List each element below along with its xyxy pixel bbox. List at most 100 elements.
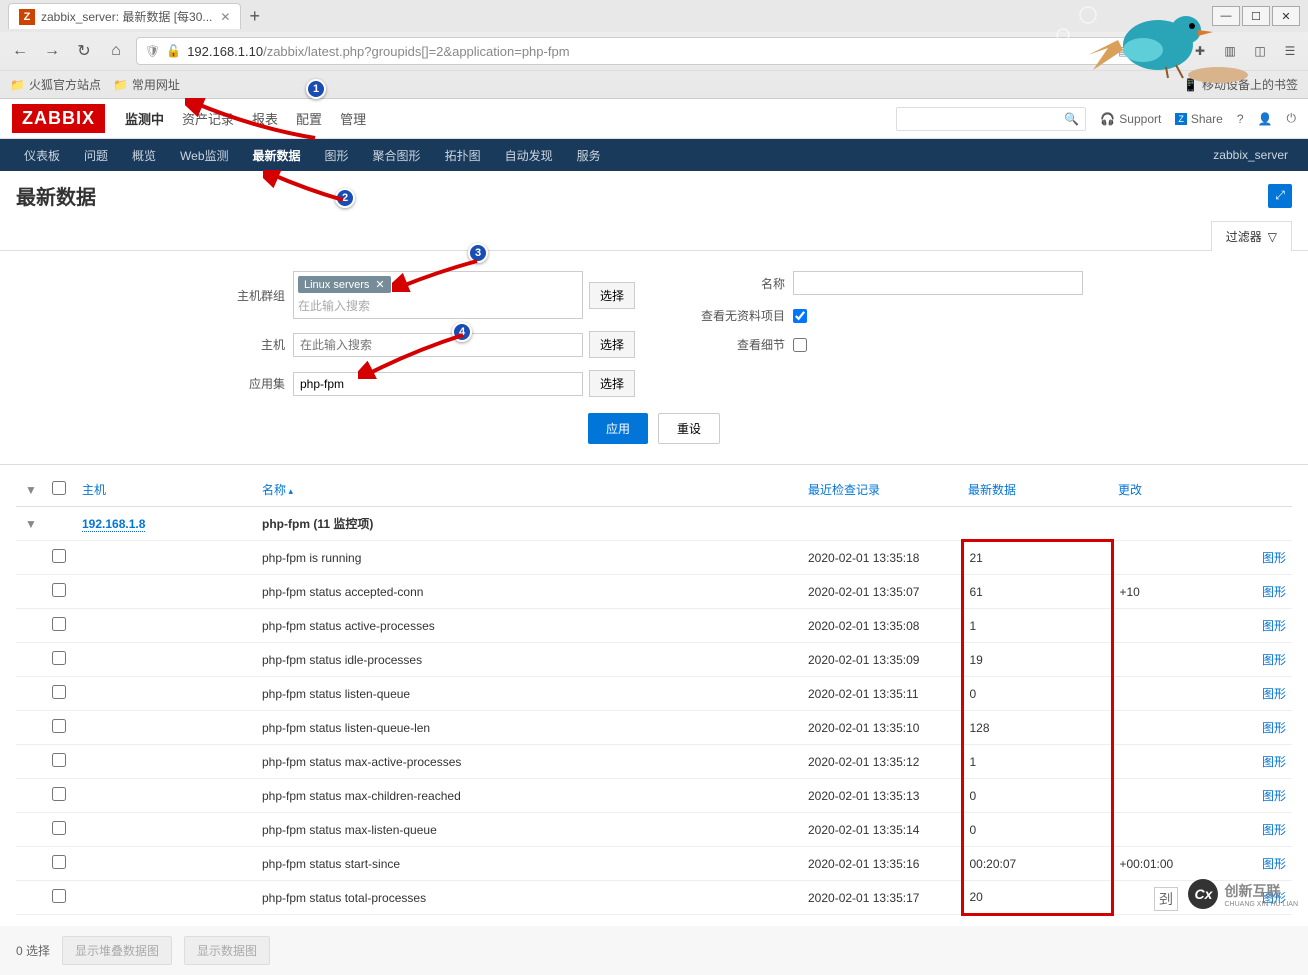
- subnav-problems[interactable]: 问题: [72, 139, 120, 171]
- share-link[interactable]: Z Share: [1175, 112, 1223, 126]
- extensions-icon[interactable]: ✚: [1190, 41, 1210, 61]
- fullscreen-button[interactable]: ⤢: [1268, 184, 1292, 208]
- reader-icon[interactable]: ▤: [1118, 44, 1129, 58]
- application-input[interactable]: [293, 372, 583, 396]
- row-checkbox[interactable]: [52, 719, 66, 733]
- new-tab-button[interactable]: +: [249, 6, 260, 27]
- subnav-services[interactable]: 服务: [565, 139, 613, 171]
- subnav-web[interactable]: Web监测: [168, 139, 240, 171]
- row-checkbox[interactable]: [52, 583, 66, 597]
- star-icon[interactable]: ☆: [1162, 44, 1173, 58]
- user-icon[interactable]: 👤: [1258, 112, 1273, 126]
- graph-link[interactable]: 图形: [1262, 687, 1286, 701]
- home-button[interactable]: ⌂: [104, 39, 128, 63]
- main-menu: 监测中 资产记录 报表 配置 管理: [125, 109, 366, 128]
- more-icon[interactable]: •••: [1140, 44, 1153, 58]
- menu-icon[interactable]: ☰: [1280, 41, 1300, 61]
- sidebar-icon[interactable]: ◫: [1250, 41, 1270, 61]
- filter-tab[interactable]: 过滤器 ▽: [1211, 221, 1292, 251]
- row-checkbox[interactable]: [52, 651, 66, 665]
- stacked-graph-button[interactable]: 显示堆叠数据图: [62, 936, 172, 965]
- graph-button[interactable]: 显示数据图: [184, 936, 270, 965]
- row-checkbox[interactable]: [52, 685, 66, 699]
- subnav-dashboard[interactable]: 仪表板: [12, 139, 72, 171]
- graph-link[interactable]: 图形: [1262, 619, 1286, 633]
- graph-link[interactable]: 图形: [1262, 755, 1286, 769]
- close-window-button[interactable]: ✕: [1272, 6, 1300, 26]
- subnav-discovery[interactable]: 自动发现: [493, 139, 565, 171]
- selected-count: 0 选择: [16, 942, 50, 959]
- select-application-button[interactable]: 选择: [589, 370, 635, 397]
- browser-tab[interactable]: Z zabbix_server: 最新数据 [每30... ✕: [8, 3, 241, 29]
- menu-monitoring[interactable]: 监测中: [125, 109, 164, 128]
- subnav-overview[interactable]: 概览: [120, 139, 168, 171]
- host-group-tag[interactable]: Linux servers✕: [298, 276, 391, 293]
- change-header[interactable]: 更改: [1112, 473, 1232, 507]
- subnav-latest[interactable]: 最新数据: [241, 139, 313, 171]
- help-icon[interactable]: ?: [1237, 112, 1244, 126]
- url-bar[interactable]: 🛡 🔓 192.168.1.10/zabbix/latest.php?group…: [136, 37, 1182, 65]
- maximize-button[interactable]: ☐: [1242, 6, 1270, 26]
- support-link[interactable]: 🎧 Support: [1100, 112, 1161, 126]
- hosts-input[interactable]: [293, 333, 583, 357]
- bookmark-mobile[interactable]: 📱移动设备上的书签: [1183, 76, 1298, 93]
- item-name: php-fpm status listen-queue: [256, 677, 802, 711]
- item-time: 2020-02-01 13:35:08: [802, 609, 962, 643]
- bookmark-common[interactable]: 📁常用网址: [113, 76, 180, 93]
- item-name: php-fpm status active-processes: [256, 609, 802, 643]
- collapse-icon[interactable]: ▼: [16, 507, 46, 541]
- global-search[interactable]: 🔍: [896, 107, 1086, 131]
- row-checkbox[interactable]: [52, 855, 66, 869]
- reload-button[interactable]: ↻: [72, 39, 96, 63]
- row-checkbox[interactable]: [52, 549, 66, 563]
- row-checkbox[interactable]: [52, 787, 66, 801]
- remove-tag-icon[interactable]: ✕: [375, 278, 384, 291]
- row-checkbox[interactable]: [52, 821, 66, 835]
- show-details-checkbox[interactable]: [793, 338, 807, 352]
- subnav-maps[interactable]: 拓扑图: [433, 139, 493, 171]
- select-all-checkbox[interactable]: [52, 481, 66, 495]
- minimize-button[interactable]: —: [1212, 6, 1240, 26]
- graph-link[interactable]: 图形: [1262, 551, 1286, 565]
- library-icon[interactable]: ▥: [1220, 41, 1240, 61]
- select-hosts-button[interactable]: 选择: [589, 331, 635, 358]
- power-icon[interactable]: ⏻: [1287, 111, 1297, 126]
- last-check-header[interactable]: 最近检查记录: [802, 473, 962, 507]
- graph-link[interactable]: 图形: [1262, 789, 1286, 803]
- name-input[interactable]: [793, 271, 1083, 295]
- forward-button[interactable]: →: [40, 39, 64, 63]
- close-icon[interactable]: ✕: [220, 10, 230, 24]
- row-checkbox[interactable]: [52, 889, 66, 903]
- graph-link[interactable]: 图形: [1262, 653, 1286, 667]
- host-header[interactable]: 主机: [76, 473, 256, 507]
- zabbix-logo[interactable]: ZABBIX: [12, 104, 105, 133]
- graph-link[interactable]: 图形: [1262, 857, 1286, 871]
- reset-button[interactable]: 重设: [658, 413, 720, 444]
- row-checkbox[interactable]: [52, 753, 66, 767]
- menu-reports[interactable]: 报表: [252, 109, 278, 128]
- show-empty-checkbox[interactable]: [793, 309, 807, 323]
- last-data-header[interactable]: 最新数据: [962, 473, 1112, 507]
- table-row: php-fpm status idle-processes 2020-02-01…: [16, 643, 1292, 677]
- name-header[interactable]: 名称: [256, 473, 802, 507]
- apply-button[interactable]: 应用: [588, 413, 648, 444]
- badge-4: 4: [452, 322, 472, 342]
- host-link[interactable]: 192.168.1.8: [82, 517, 145, 532]
- item-name: php-fpm status start-since: [256, 847, 802, 881]
- host-groups-input[interactable]: Linux servers✕ 在此输入搜索: [293, 271, 583, 319]
- menu-inventory[interactable]: 资产记录: [182, 109, 234, 128]
- graph-link[interactable]: 图形: [1262, 823, 1286, 837]
- subnav-screens[interactable]: 聚合图形: [361, 139, 433, 171]
- subnav-graphs[interactable]: 图形: [313, 139, 361, 171]
- back-button[interactable]: ←: [8, 39, 32, 63]
- toggle-header[interactable]: ▼: [16, 473, 46, 507]
- graph-link[interactable]: 图形: [1262, 585, 1286, 599]
- insecure-icon: 🔓: [166, 44, 181, 58]
- bookmark-firefox[interactable]: 📁火狐官方站点: [10, 76, 101, 93]
- menu-config[interactable]: 配置: [296, 109, 322, 128]
- hosts-label: 主机: [225, 336, 285, 353]
- row-checkbox[interactable]: [52, 617, 66, 631]
- menu-admin[interactable]: 管理: [340, 109, 366, 128]
- graph-link[interactable]: 图形: [1262, 721, 1286, 735]
- select-host-groups-button[interactable]: 选择: [589, 282, 635, 309]
